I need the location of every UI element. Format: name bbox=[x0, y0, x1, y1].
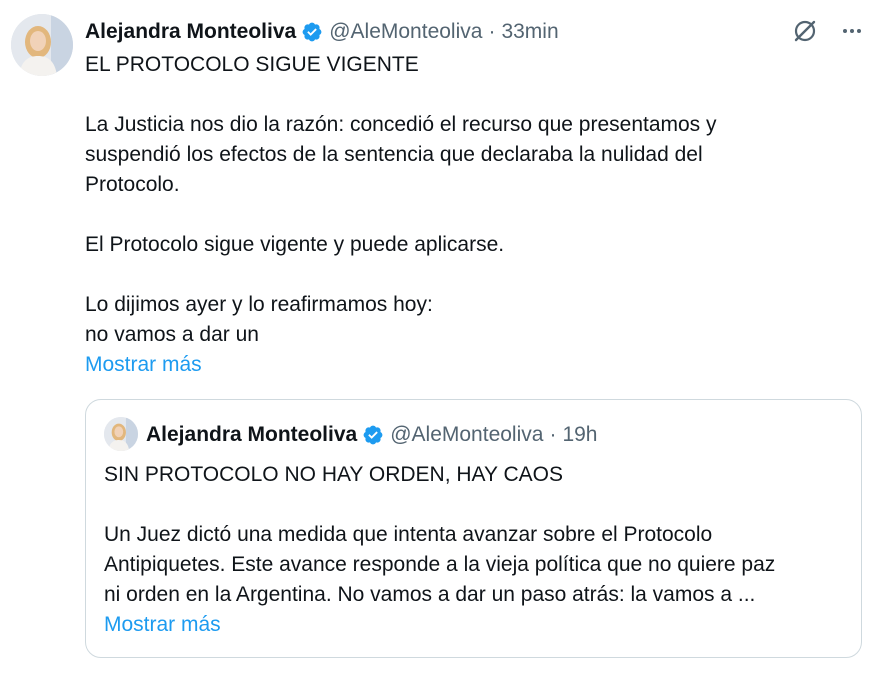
tweet-line: Lo dijimos ayer y lo reafirmamos hoy: bbox=[85, 293, 433, 316]
grok-icon[interactable] bbox=[792, 18, 818, 44]
tweet-line: no vamos a dar un bbox=[85, 323, 259, 346]
quote-text: SIN PROTOCOLO NO HAY ORDEN, HAY CAOS Un … bbox=[104, 460, 849, 640]
quote-line: SIN PROTOCOLO NO HAY ORDEN, HAY CAOS bbox=[104, 463, 563, 486]
avatar[interactable] bbox=[11, 14, 73, 76]
quote-show-more-link[interactable]: Mostrar más bbox=[104, 610, 221, 640]
tweet-line: EL PROTOCOLO SIGUE VIGENTE bbox=[85, 53, 419, 76]
tweet-line: Protocolo. bbox=[85, 173, 180, 196]
separator-dot: · bbox=[488, 20, 496, 43]
quoted-tweet[interactable]: Alejandra Monteoliva @AleMonteoliva · 19… bbox=[85, 399, 862, 658]
timestamp[interactable]: 33min bbox=[501, 20, 558, 44]
tweet-line: El Protocolo sigue vigente y puede aplic… bbox=[85, 233, 505, 256]
separator-dot: · bbox=[549, 423, 557, 446]
quote-avatar[interactable] bbox=[104, 417, 138, 451]
author-name[interactable]: Alejandra Monteoliva bbox=[85, 20, 296, 44]
quote-author-handle[interactable]: @AleMonteoliva bbox=[390, 423, 543, 447]
author-handle[interactable]: @AleMonteoliva bbox=[329, 20, 482, 44]
more-options-icon[interactable] bbox=[840, 19, 864, 43]
tweet-header: Alejandra Monteoliva @AleMonteoliva · 33… bbox=[85, 17, 559, 47]
quote-avatar-image-icon bbox=[104, 417, 138, 451]
tweet-text: EL PROTOCOLO SIGUE VIGENTE La Justicia n… bbox=[85, 50, 845, 380]
tweet-line: La Justicia nos dio la razón: concedió e… bbox=[85, 113, 717, 136]
quote-timestamp[interactable]: 19h bbox=[562, 423, 597, 447]
tweet-actions bbox=[792, 18, 864, 44]
avatar-image-icon bbox=[11, 14, 73, 76]
tweet[interactable]: Alejandra Monteoliva @AleMonteoliva · 33… bbox=[0, 0, 882, 674]
verified-badge-icon bbox=[362, 424, 384, 446]
quote-line: ni orden en la Argentina. No vamos a dar… bbox=[104, 583, 756, 606]
quote-author-name[interactable]: Alejandra Monteoliva bbox=[146, 423, 357, 447]
quote-line: Un Juez dictó una medida que intenta ava… bbox=[104, 523, 713, 546]
show-more-link[interactable]: Mostrar más bbox=[85, 350, 202, 380]
quote-header: Alejandra Monteoliva @AleMonteoliva · 19… bbox=[146, 420, 598, 450]
verified-badge-icon bbox=[301, 21, 323, 43]
quote-line: Antipiquetes. Este avance responde a la … bbox=[104, 553, 776, 576]
tweet-line: suspendió los efectos de la sentencia qu… bbox=[85, 143, 703, 166]
